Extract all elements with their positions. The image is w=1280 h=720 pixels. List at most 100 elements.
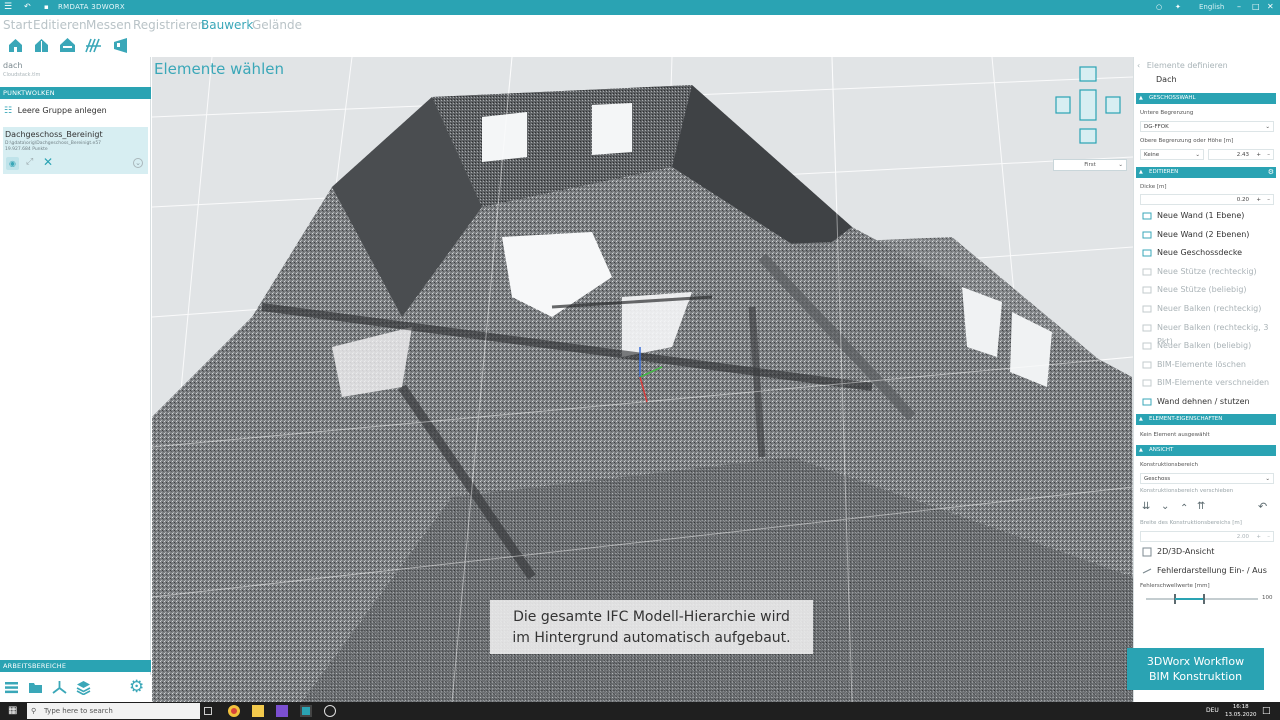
pointcloud-name: Dachgeschoss_Bereinigt	[5, 130, 103, 139]
double-up-icon[interactable]: ⇈	[1197, 501, 1205, 512]
project-name: dach	[3, 61, 23, 70]
chevron-down-icon: ⌄	[1195, 152, 1200, 158]
folder-icon[interactable]	[28, 680, 43, 695]
chevron-left-icon: ‹	[1137, 61, 1141, 70]
close-button[interactable]: ✕	[1267, 2, 1274, 11]
edit-tool-icon	[1142, 268, 1152, 276]
notifications-icon[interactable]: □	[1262, 706, 1271, 716]
threshold-slider[interactable]	[1146, 594, 1258, 604]
geschosswahl-header[interactable]: GESCHOSSWAHL	[1136, 93, 1276, 104]
minus-icon[interactable]: –	[1267, 532, 1270, 542]
chevron-down-icon: ⌄	[1118, 162, 1123, 168]
minimize-button[interactable]: –	[1237, 2, 1241, 11]
reset-icon[interactable]: ↶	[1258, 500, 1267, 513]
edit-tool-button[interactable]: Neue Geschossdecke	[1140, 246, 1274, 260]
file-explorer-icon[interactable]	[252, 705, 264, 717]
obs-icon[interactable]	[324, 705, 336, 717]
ansicht-header[interactable]: ANSICHT	[1136, 445, 1276, 456]
menu-registrieren[interactable]: Registrieren	[133, 18, 205, 32]
language-selector[interactable]: English	[1199, 3, 1224, 11]
edit-tool-button[interactable]: BIM-Elemente löschen	[1140, 358, 1274, 372]
upper-bound-label: Obere Begrenzung oder Höhe [m]	[1140, 138, 1234, 144]
edit-tool-button[interactable]: Neue Stütze (beliebig)	[1140, 283, 1274, 297]
menu-editieren[interactable]: Editieren	[33, 18, 87, 32]
house-split-icon[interactable]	[33, 37, 50, 54]
down-icon[interactable]: ⌄	[1161, 501, 1169, 512]
chevron-down-icon[interactable]: ⌄	[133, 158, 143, 168]
gear-icon[interactable]: ⚙	[1268, 167, 1274, 178]
menu-bauwerk[interactable]: Bauwerk	[201, 18, 253, 32]
expand-points-icon[interactable]: ⤢	[26, 157, 33, 167]
search-icon: ⚲	[31, 707, 37, 715]
chevron-down-icon: ⌄	[1265, 124, 1270, 130]
plus-icon[interactable]: +	[1256, 150, 1261, 160]
edit-tool-button[interactable]: Wand dehnen / stutzen	[1140, 395, 1274, 409]
layers-list-icon[interactable]	[4, 680, 19, 695]
roof-grid-icon[interactable]	[85, 37, 102, 54]
minus-icon[interactable]: –	[1267, 150, 1270, 160]
threshold-handle-high[interactable]	[1203, 594, 1205, 604]
edit-tool-icon	[1142, 231, 1152, 239]
3dworx-taskbar-icon[interactable]	[300, 705, 312, 717]
right-panel: ‹ Elemente definieren Dach GESCHOSSWAHL …	[1133, 57, 1280, 702]
edit-tool-button[interactable]: Neuer Balken (rechteckig)	[1140, 302, 1274, 316]
editieren-header[interactable]: EDITIEREN ⚙	[1136, 167, 1276, 178]
remove-cloud-icon[interactable]: ✕	[43, 155, 53, 169]
windows-start-icon[interactable]: ▦	[8, 706, 17, 716]
visual-studio-icon[interactable]	[276, 705, 288, 717]
stack-icon[interactable]	[76, 680, 91, 695]
settings-gear-icon[interactable]: ⚙	[129, 677, 144, 697]
menu-gelaende[interactable]: Gelände	[252, 18, 302, 32]
view-2d3d-button[interactable]: 2D/3D-Ansicht	[1140, 545, 1274, 559]
left-bottom-toolbar: ⚙	[0, 675, 151, 702]
maximize-button[interactable]: □	[1252, 2, 1260, 11]
edit-tool-button[interactable]: Neue Wand (1 Ebene)	[1140, 209, 1274, 223]
double-down-icon[interactable]: ⇊	[1142, 501, 1150, 512]
workflow-banner: 3DWorx Workflow BIM Konstruktion	[1127, 648, 1264, 690]
house-full-icon[interactable]	[59, 37, 76, 54]
edit-tool-button[interactable]: Neue Stütze (rechteckig)	[1140, 265, 1274, 279]
pointcloud-item[interactable]: Dachgeschoss_Bereinigt D:\gdata\orig\Dac…	[3, 127, 148, 174]
task-view-icon[interactable]	[204, 707, 212, 715]
construction-range-select[interactable]: Geschoss ⌄	[1140, 473, 1274, 484]
thickness-stepper[interactable]: 0.20 + –	[1140, 194, 1274, 205]
cube-view-icon	[1142, 547, 1152, 557]
chrome-icon[interactable]	[228, 705, 240, 717]
element-name: Dach	[1156, 75, 1177, 84]
sync-icon[interactable]: ○	[1156, 2, 1162, 12]
back-to-elements-button[interactable]: ‹ Elemente definieren	[1137, 61, 1228, 70]
edit-tool-button[interactable]: Neue Wand (2 Ebenen)	[1140, 228, 1274, 242]
taskbar-clock[interactable]: 16:18 13.05.2020	[1225, 703, 1257, 719]
element-props-header[interactable]: ELEMENT-EIGENSCHAFTEN	[1136, 414, 1276, 425]
error-display-button[interactable]: Fehlerdarstellung Ein- / Aus	[1140, 564, 1274, 578]
up-icon[interactable]: ⌃	[1180, 503, 1188, 514]
new-group-button[interactable]: ☷ Leere Gruppe anlegen	[4, 106, 107, 116]
viewport-title: Elemente wählen	[154, 60, 284, 78]
input-language[interactable]: DEU	[1206, 707, 1219, 714]
undo-icon[interactable]: ↶	[24, 2, 31, 12]
edit-tool-button[interactable]: BIM-Elemente verschneiden	[1140, 376, 1274, 390]
minus-icon[interactable]: –	[1267, 195, 1270, 205]
work-areas-header[interactable]: ARBEITSBEREICHE	[0, 660, 151, 672]
axes-icon[interactable]	[52, 680, 67, 695]
range-width-stepper[interactable]: 2.00 + –	[1140, 531, 1274, 542]
taskbar-search[interactable]: ⚲ Type here to search	[27, 703, 200, 719]
plus-icon[interactable]: +	[1256, 532, 1261, 542]
upper-bound-select[interactable]: Keine ⌄	[1140, 149, 1204, 160]
camera-mode-select[interactable]: First ⌄	[1053, 159, 1127, 171]
threshold-max: 100	[1262, 595, 1273, 601]
tools-icon[interactable]: ✦	[1175, 2, 1181, 12]
visibility-icon[interactable]: ◉	[6, 157, 19, 170]
edit-tool-button[interactable]: Neuer Balken (beliebig)	[1140, 339, 1274, 353]
house-icon[interactable]	[7, 37, 24, 54]
pointclouds-header[interactable]: PUNKTWOLKEN	[0, 87, 151, 99]
menu-messen[interactable]: Messen	[86, 18, 131, 32]
hamburger-menu-icon[interactable]: ☰	[4, 2, 12, 12]
edit-tool-button[interactable]: Neuer Balken (rechteckig, 3 Pkt)	[1140, 321, 1274, 346]
upper-height-stepper[interactable]: 2.43 + –	[1208, 149, 1274, 160]
view-cube[interactable]	[1053, 64, 1123, 153]
lower-bound-select[interactable]: DG-FFOK ⌄	[1140, 121, 1274, 132]
plus-icon[interactable]: +	[1256, 195, 1261, 205]
menu-start[interactable]: Start	[3, 18, 32, 32]
facade-icon[interactable]	[112, 37, 129, 54]
